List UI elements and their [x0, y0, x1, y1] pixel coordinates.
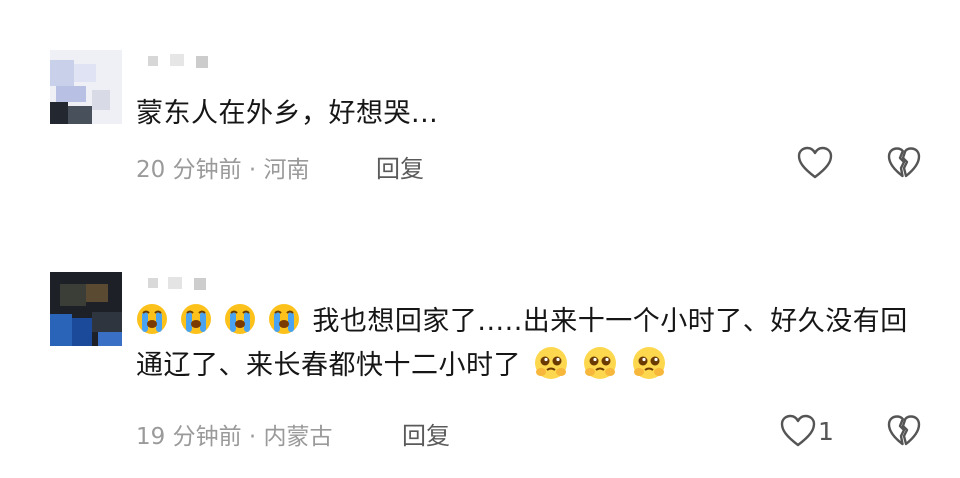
- comment-text: 蒙东人在外乡，好想哭...: [136, 98, 439, 129]
- like-count: 1: [818, 417, 834, 446]
- leading-emojis: [136, 304, 312, 337]
- pleading-face-icon: [633, 347, 666, 379]
- comment-location: 河南: [263, 157, 310, 183]
- username-blurred[interactable]: [136, 50, 216, 70]
- reply-button[interactable]: 回复: [402, 416, 450, 451]
- meta-separator: ·: [248, 157, 257, 183]
- avatar[interactable]: [50, 272, 122, 346]
- comment-time: 20 分钟前: [136, 157, 242, 183]
- loudly-crying-face-icon: [181, 304, 212, 334]
- heart-outline-icon[interactable]: [797, 146, 833, 180]
- pleading-face-icon: [584, 347, 617, 379]
- comment-item: 我也想回家了.....出来十一个小时了、好久没有回通辽了、来长春都快十二小时了: [0, 262, 960, 462]
- pleading-face-icon: [535, 347, 568, 379]
- comment-item: 蒙东人在外乡，好想哭... 20 分钟前 · 河南 回复: [0, 40, 960, 200]
- broken-heart-icon[interactable]: [887, 146, 921, 180]
- avatar[interactable]: [50, 50, 122, 124]
- comment-location: 内蒙古: [263, 424, 333, 450]
- heart-outline-icon[interactable]: [780, 414, 816, 448]
- reply-button[interactable]: 回复: [376, 149, 424, 184]
- comment-text: 我也想回家了.....出来十一个小时了、好久没有回通辽了、来长春都快十二小时了: [136, 300, 926, 388]
- comment-meta: 20 分钟前 · 河南: [136, 150, 310, 184]
- comment-meta: 19 分钟前 · 内蒙古: [136, 417, 333, 451]
- comment-time: 19 分钟前: [136, 424, 242, 450]
- loudly-crying-face-icon: [225, 304, 256, 334]
- loudly-crying-face-icon: [269, 304, 300, 334]
- broken-heart-icon[interactable]: [887, 414, 921, 448]
- username-blurred[interactable]: [136, 272, 216, 292]
- trailing-emojis: [521, 347, 668, 381]
- meta-separator: ·: [248, 424, 257, 450]
- loudly-crying-face-icon: [137, 304, 167, 334]
